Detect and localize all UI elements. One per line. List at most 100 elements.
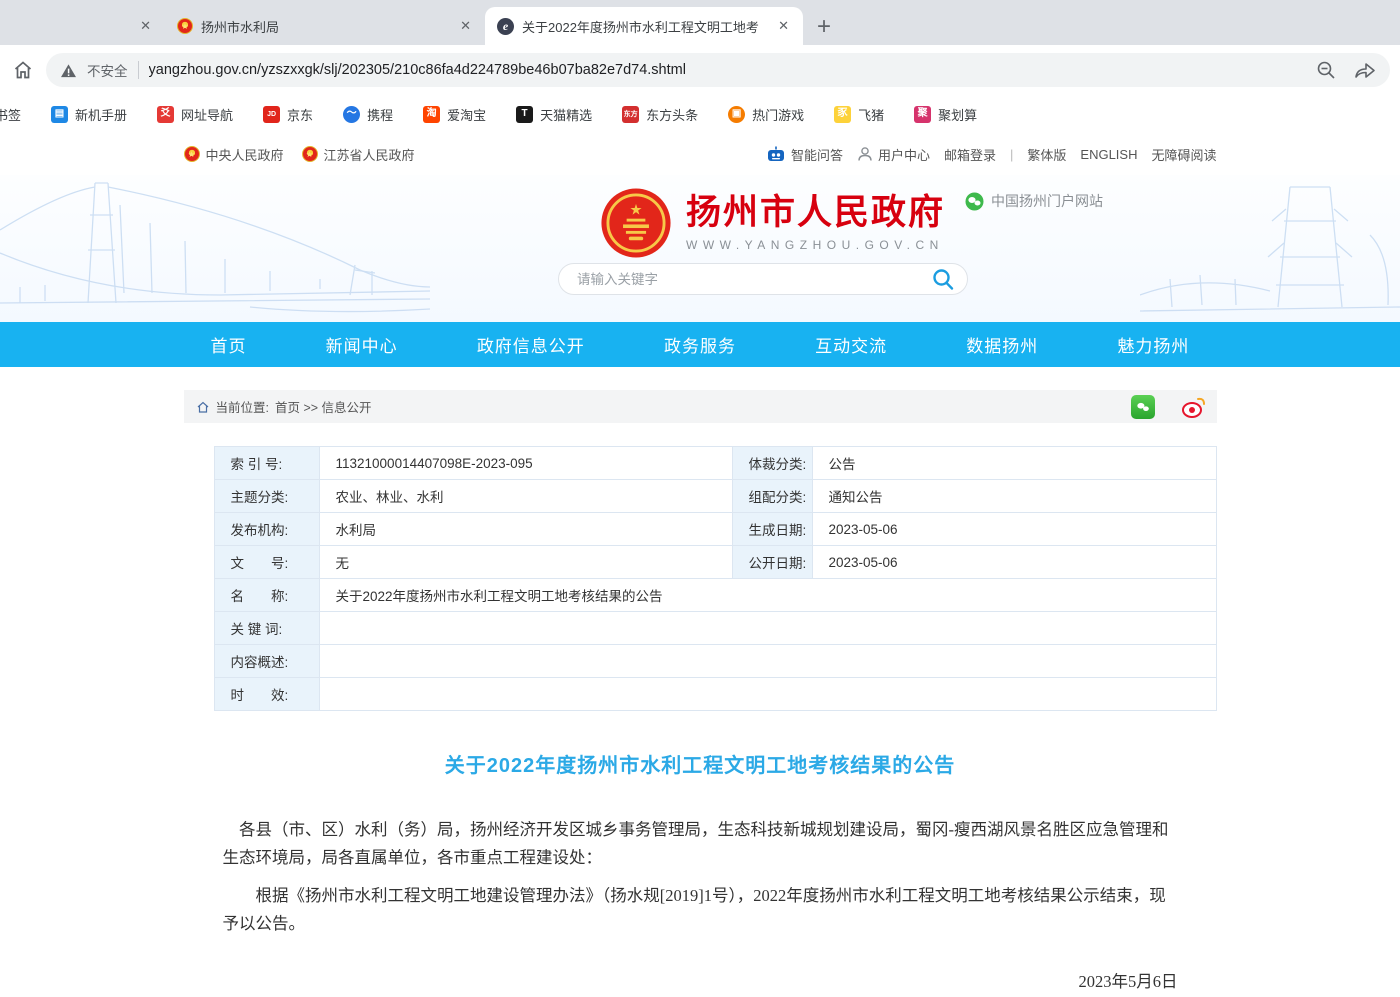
article: 关于2022年度扬州市水利工程文明工地考核结果的公告 各县（市、区）水利（务）局… [223, 749, 1178, 997]
site-utility-bar: ★ 中央人民政府 ★ 江苏省人民政府 智能问答 [0, 133, 1400, 175]
link-accessibility[interactable]: 无障碍阅读 [1151, 145, 1216, 164]
nav-services[interactable]: 政务服务 [664, 332, 736, 357]
meta-value [319, 645, 1216, 678]
meta-label: 公开日期: [732, 546, 812, 579]
meta-label: 名 称: [214, 579, 319, 612]
table-row: 索 引 号: 11321000014407098E-2023-095 体裁分类:… [214, 447, 1216, 480]
meta-value: 通知公告 [812, 480, 1216, 513]
nav-data[interactable]: 数据扬州 [966, 332, 1038, 357]
meta-value: 2023-05-06 [812, 546, 1216, 579]
jd-favicon: JD [263, 106, 280, 123]
tab-close-icon[interactable]: ✕ [776, 18, 791, 34]
bookmark-juhuasuan[interactable]: 聚 聚划算 [914, 105, 977, 124]
home-icon[interactable] [12, 59, 34, 81]
link-english[interactable]: ENGLISH [1080, 147, 1137, 162]
tab-close-icon[interactable]: ✕ [138, 18, 153, 34]
gov-emblem-icon: ★ [184, 146, 200, 162]
site-logo[interactable]: ★ 扬州市人民政府 WWW.YANGZHOU.GOV.CN [600, 187, 945, 259]
bookmark-label: 飞猪 [858, 105, 884, 124]
bookmark-label: 京东 [287, 105, 313, 124]
tower-lineart-right [1140, 175, 1400, 322]
nav-news[interactable]: 新闻中心 [326, 332, 398, 357]
article-date: 2023年5月6日 [223, 968, 1178, 996]
meta-label: 主题分类: [214, 480, 319, 513]
bookmark-label: 爱淘宝 [447, 105, 486, 124]
nav-interaction[interactable]: 互动交流 [815, 332, 887, 357]
bookmark-label: 网址导航 [181, 105, 233, 124]
search-icon[interactable] [931, 267, 955, 291]
eastday-favicon: 东方 [622, 106, 639, 123]
link-smart-qa[interactable]: 智能问答 [766, 145, 843, 164]
bookmark-taobao[interactable]: 淘 爱淘宝 [423, 105, 486, 124]
meta-value: 关于2022年度扬州市水利工程文明工地考核结果的公告 [319, 579, 1216, 612]
bookmark-tmall[interactable]: T 天猫精选 [516, 105, 592, 124]
bookmark-ctrip[interactable]: 〜 携程 [343, 105, 393, 124]
meta-value [319, 678, 1216, 711]
utility-label: 用户中心 [878, 145, 930, 164]
divider: | [1010, 147, 1013, 162]
bookmark-eastday[interactable]: 东方 东方头条 [622, 105, 698, 124]
bookmark-fliggy[interactable]: 豕 飞猪 [834, 105, 884, 124]
bookmark-xinji-manual[interactable]: ▤ 新机手册 [51, 105, 127, 124]
gov-emblem-icon: ★ [302, 146, 318, 162]
meta-label: 时 效: [214, 678, 319, 711]
browser-tab-strip: ✕ ★ 扬州市水利局 ✕ e 关于2022年度扬州市水利工程文明工地考 ✕ + [0, 0, 1400, 45]
search-input[interactable] [577, 272, 931, 287]
security-label[interactable]: 不安全 [87, 60, 128, 80]
tab-active-announcement[interactable]: e 关于2022年度扬州市水利工程文明工地考 ✕ [485, 7, 803, 45]
bookmark-label: 机书签 [0, 105, 21, 124]
home-small-icon [196, 400, 210, 414]
meta-value: 11321000014407098E-2023-095 [319, 447, 732, 480]
meta-label: 关 键 词: [214, 612, 319, 645]
meta-label: 索 引 号: [214, 447, 319, 480]
taobao-favicon: 淘 [423, 106, 440, 123]
link-user-center[interactable]: 用户中心 [857, 145, 930, 164]
weibo-share-icon[interactable] [1181, 395, 1207, 419]
bookmark-label: 新机手册 [75, 105, 127, 124]
link-mail-login[interactable]: 邮箱登录 [944, 145, 996, 164]
main-nav: 首页 新闻中心 政府信息公开 政务服务 互动交流 数据扬州 魅力扬州 [0, 322, 1400, 367]
link-central-gov[interactable]: ★ 中央人民政府 [184, 145, 284, 164]
breadcrumb: 当前位置: 首页 >> 信息公开 [184, 390, 1217, 423]
nav-home[interactable]: 首页 [211, 332, 247, 357]
bookmark-url-nav[interactable]: 爻 网址导航 [157, 105, 233, 124]
nav-charm[interactable]: 魅力扬州 [1117, 332, 1189, 357]
bookmark-label: 热门游戏 [752, 105, 804, 124]
article-paragraph: 根据《扬州市水利工程文明工地建设管理办法》（扬水规[2019]1号），2022年… [223, 882, 1178, 938]
article-paragraph: 各县（市、区）水利（务）局，扬州经济开发区城乡事务管理局，生态科技新城规划建设局… [223, 816, 1178, 872]
tab-close-icon[interactable]: ✕ [458, 18, 473, 34]
table-row: 时 效: [214, 678, 1216, 711]
link-jiangsu-gov[interactable]: ★ 江苏省人民政府 [302, 145, 415, 164]
share-forward-icon[interactable] [1354, 60, 1376, 80]
new-tab-button[interactable]: + [817, 15, 831, 39]
not-secure-warning-icon [60, 63, 77, 78]
bookmark-label: 聚划算 [938, 105, 977, 124]
site-search[interactable] [558, 263, 968, 295]
table-row: 主题分类: 农业、林业、水利 组配分类: 通知公告 [214, 480, 1216, 513]
portal-wechat-link[interactable]: 中国扬州门户网站 [965, 191, 1103, 211]
url-text[interactable]: yangzhou.gov.cn/yzszxxgk/slj/202305/210c… [149, 62, 1307, 78]
nav-info-disclosure[interactable]: 政府信息公开 [477, 332, 585, 357]
bookmark-games[interactable]: ▣ 热门游戏 [728, 105, 804, 124]
meta-value [319, 612, 1216, 645]
manual-favicon: ▤ [51, 106, 68, 123]
document-meta-table: 索 引 号: 11321000014407098E-2023-095 体裁分类:… [214, 446, 1217, 711]
site-domain: WWW.YANGZHOU.GOV.CN [686, 238, 945, 252]
zoom-out-icon[interactable] [1316, 60, 1336, 80]
table-row: 内容概述: [214, 645, 1216, 678]
bookmark-label: 携程 [367, 105, 393, 124]
link-traditional[interactable]: 繁体版 [1027, 145, 1066, 164]
meta-label: 文 号: [214, 546, 319, 579]
tab-shuiliju[interactable]: ★ 扬州市水利局 ✕ [165, 7, 485, 45]
breadcrumb-path[interactable]: 首页 >> 信息公开 [275, 397, 372, 416]
meta-value: 公告 [812, 447, 1216, 480]
wechat-share-icon[interactable] [1131, 395, 1155, 419]
meta-label: 内容概述: [214, 645, 319, 678]
address-bar[interactable]: 不安全 yangzhou.gov.cn/yzszxxgk/slj/202305/… [46, 53, 1390, 87]
bookmark-jd[interactable]: JD 京东 [263, 105, 313, 124]
divider [138, 61, 139, 79]
utility-label: 智能问答 [791, 145, 843, 164]
national-emblem-icon: ★ [600, 187, 672, 259]
tab-partial[interactable]: ✕ [0, 7, 165, 45]
bookmark-phone[interactable]: 机书签 [0, 105, 21, 124]
